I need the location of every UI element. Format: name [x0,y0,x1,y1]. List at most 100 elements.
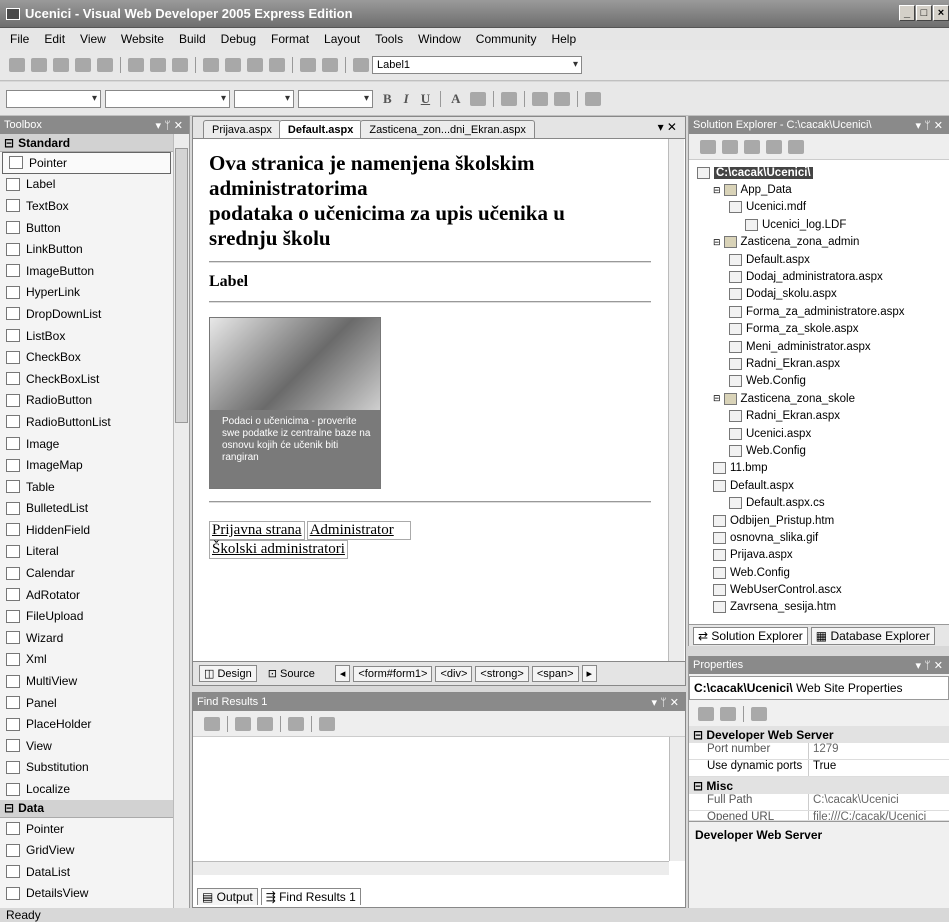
toolbox-scrollbar[interactable] [173,134,189,908]
editor-scrollbar[interactable] [668,139,684,661]
student-banner-image[interactable]: Podaci o učenicima - proverite swe podat… [209,317,381,489]
target-combo[interactable]: Label1 [372,56,582,74]
toolbox-item-multiview[interactable]: MultiView [0,670,173,692]
toolbox-item-hiddenfield[interactable]: HiddenField [0,519,173,541]
font-size-select-2[interactable] [298,89,373,108]
asp-config-icon[interactable] [788,139,804,154]
crumb-prev-icon[interactable]: ◂ [334,665,351,682]
property-row[interactable]: Opened URL file:///C:/cacak/Ucenici [689,811,949,821]
tree-item[interactable]: Dodaj_administratora.aspx [697,268,949,285]
alphabetical-icon[interactable] [720,707,736,721]
clear-icon[interactable] [288,716,304,731]
highlight-icon[interactable] [469,91,486,106]
tree-item[interactable]: Ucenici.aspx [697,425,949,442]
goto-icon[interactable] [204,716,220,731]
refresh-icon[interactable] [722,139,738,154]
toolbox-item-pointer[interactable]: Pointer [2,152,171,174]
tree-item[interactable]: Zavrsena_sesija.htm [697,599,949,616]
align-icon[interactable] [500,91,517,106]
menu-tools[interactable]: Tools [375,32,403,46]
menu-file[interactable]: File [10,32,29,46]
tree-item[interactable]: Web.Config [697,564,949,581]
copy-icon[interactable] [150,58,166,72]
toolbox-item-button[interactable]: Button [0,217,173,239]
tree-item[interactable]: C:\cacak\Ucenici\ [697,164,949,181]
tab-output[interactable]: ▤ Output [197,888,258,905]
design-surface[interactable]: Ova stranica je namenjena školskim admin… [193,139,667,661]
tree-item[interactable]: Web.Config [697,442,949,459]
tab-default-aspx[interactable]: Default.aspx [278,120,363,138]
category-misc[interactable]: ⊟ Misc [689,777,949,794]
toolbox-item-localize[interactable]: Localize [0,778,173,800]
tree-item[interactable]: Web.Config [697,373,949,390]
menu-view[interactable]: View [80,32,106,46]
toolbox-item-checkboxlist[interactable]: CheckBoxList [0,368,173,390]
tree-folder[interactable]: ⊟ Zasticena_zona_admin [697,234,949,251]
italic-icon[interactable]: I [404,91,409,107]
tree-item[interactable]: Default.aspx [697,477,949,494]
toolbox-item-checkbox[interactable]: CheckBox [0,346,173,368]
toolbox-item-hyperlink[interactable]: HyperLink [0,282,173,304]
tree-item[interactable]: Ucenici_log.LDF [697,216,949,233]
menu-edit[interactable]: Edit [44,32,65,46]
next-result-icon[interactable] [257,716,273,731]
pin-icon[interactable]: ▾ ᛘ ✕ [916,659,943,672]
new-project-icon[interactable] [9,58,25,72]
toolbox-item-dropdownlist[interactable]: DropDownList [0,303,173,325]
toolbox-item-table[interactable]: Table [0,476,173,498]
property-row[interactable]: Port number 1279 [689,743,949,760]
menu-build[interactable]: Build [179,32,206,46]
copy-website-icon[interactable] [766,139,782,154]
menu-community[interactable]: Community [476,32,537,46]
toolbox-item-radiobuttonlist[interactable]: RadioButtonList [0,411,173,433]
underline-icon[interactable]: U [421,91,430,107]
toolbox-item-radiobutton[interactable]: RadioButton [0,390,173,412]
object-selector[interactable]: C:\cacak\Ucenici\ Web Site Properties [689,676,949,700]
menu-layout[interactable]: Layout [324,32,360,46]
nest-files-icon[interactable] [744,139,760,154]
tree-item[interactable]: Default.aspx.cs [697,494,949,511]
tab-prijava-aspx[interactable]: Prijava.aspx [203,120,281,138]
font-size-select[interactable] [234,89,294,108]
tab-find-results[interactable]: ⇶ Find Results 1 [260,888,361,905]
tree-folder[interactable]: ⊟ Zasticena_zona_skole [697,390,949,407]
tree-item[interactable]: Prijava.aspx [697,547,949,564]
toolbox-item-imagebutton[interactable]: ImageButton [0,260,173,282]
toolbox-item-image[interactable]: Image [0,433,173,455]
build-icon[interactable] [269,58,285,72]
tree-item[interactable]: Radni_Ekran.aspx [697,355,949,372]
binoculars-icon[interactable] [319,716,335,731]
toolbox-item-detailsview[interactable]: DetailsView [0,883,173,905]
toolbox-item-panel[interactable]: Panel [0,692,173,714]
toolbox-category-standard[interactable]: ⊟ Standard [0,134,173,152]
property-pages-icon[interactable] [751,707,767,721]
link-skolski-administratori[interactable]: Školski administratori [209,540,348,559]
pin-icon[interactable]: ▾ ᛘ ✕ [652,696,679,709]
cut-icon[interactable] [128,58,144,72]
tree-item[interactable]: Ucenici.mdf [697,199,949,216]
design-view-button[interactable]: ◫ Design [199,665,257,682]
toolbox-item-bulletedlist[interactable]: BulletedList [0,498,173,520]
toolbox-category-data[interactable]: ⊟ Data [0,799,173,818]
crumb-span[interactable]: <span> [531,665,579,682]
navigate-icon[interactable] [247,58,263,72]
crumb-form[interactable]: <form#form1> [353,665,433,682]
maximize-button[interactable]: □ [916,5,932,21]
toolbox-item-calendar[interactable]: Calendar [0,562,173,584]
toolbox-item-pointer[interactable]: Pointer [0,818,173,840]
hyperlink-icon[interactable] [584,91,601,106]
category-developer-web-server[interactable]: ⊟ Developer Web Server [689,726,949,743]
close-button[interactable]: × [933,5,949,21]
tree-item[interactable]: osnovna_slika.gif [697,529,949,546]
pin-icon[interactable]: ▾ ᛘ ✕ [916,119,943,132]
label-control[interactable]: Label [209,273,651,291]
toolbox-item-adrotator[interactable]: AdRotator [0,584,173,606]
start-icon[interactable] [300,58,316,72]
toolbox-item-linkbutton[interactable]: LinkButton [0,238,173,260]
find-icon[interactable] [322,58,338,72]
toolbox-item-datalist[interactable]: DataList [0,861,173,883]
tree-item[interactable]: Forma_za_skole.aspx [697,321,949,338]
toolbox-item-placeholder[interactable]: PlaceHolder [0,713,173,735]
toolbox-item-view[interactable]: View [0,735,173,757]
prev-result-icon[interactable] [235,716,251,731]
